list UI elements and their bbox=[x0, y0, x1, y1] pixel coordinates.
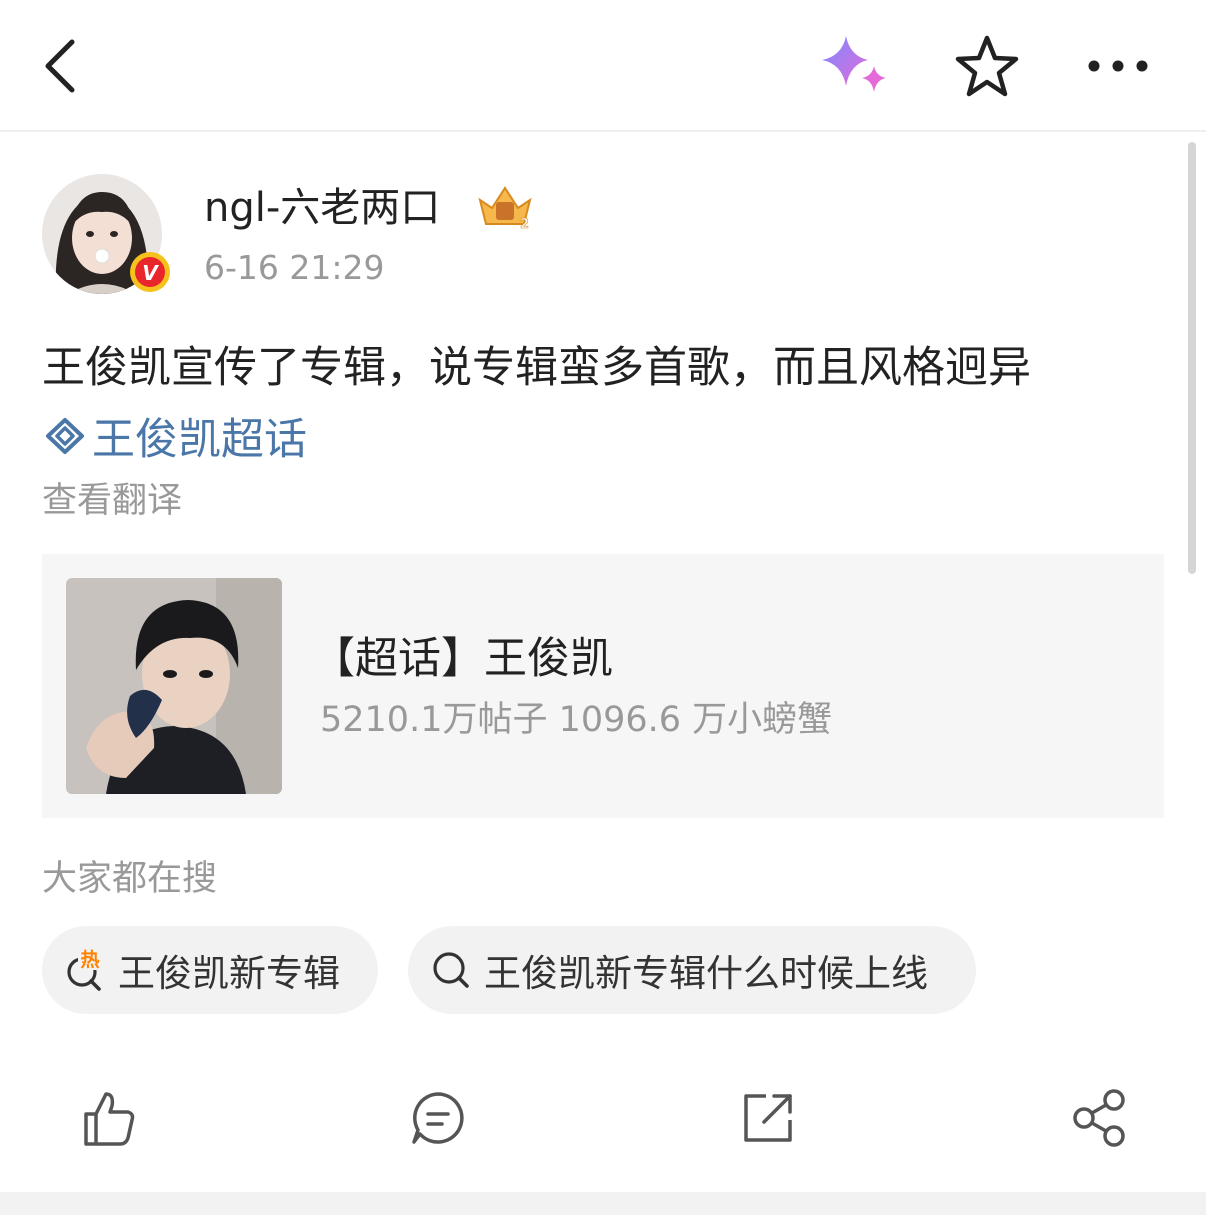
like-button[interactable] bbox=[78, 1086, 142, 1150]
top-navigation-bar bbox=[0, 0, 1206, 132]
share-button[interactable] bbox=[1068, 1086, 1132, 1150]
star-outline-icon bbox=[955, 35, 1019, 97]
search-chip-label: 王俊凯新专辑什么时候上线 bbox=[484, 952, 928, 995]
trending-searches-label: 大家都在搜 bbox=[42, 859, 218, 899]
chevron-left-icon bbox=[45, 39, 75, 93]
topic-thumbnail bbox=[66, 578, 282, 794]
super-topic-link[interactable]: 王俊凯超话 bbox=[44, 404, 307, 468]
topic-card-title: 【超话】王俊凯 bbox=[312, 634, 613, 684]
topic-card-stats: 5210.1万帖子 1096.6 万小螃蟹 bbox=[320, 700, 833, 740]
author-name[interactable]: ngl-六老两口 bbox=[204, 180, 440, 236]
comment-button[interactable] bbox=[406, 1086, 470, 1150]
search-chip[interactable]: 王俊凯新专辑什么时候上线 bbox=[408, 926, 976, 1014]
super-topic-card[interactable]: 【超话】王俊凯 5210.1万帖子 1096.6 万小螃蟹 bbox=[42, 554, 1164, 818]
more-button[interactable] bbox=[1080, 40, 1156, 92]
comment-icon bbox=[412, 1092, 464, 1144]
like-icon bbox=[84, 1092, 135, 1146]
sparkle-icon bbox=[822, 36, 886, 92]
verified-badge-icon: V bbox=[128, 250, 172, 294]
back-button[interactable] bbox=[36, 34, 96, 98]
search-chip-label: 王俊凯新专辑 bbox=[118, 952, 340, 995]
crown-badge-icon[interactable]: 2 bbox=[474, 182, 536, 232]
bottom-divider bbox=[0, 1192, 1206, 1215]
favorite-button[interactable] bbox=[950, 30, 1024, 102]
share-icon bbox=[1073, 1089, 1125, 1147]
hot-search-icon: 热 bbox=[67, 946, 102, 991]
svg-text:2: 2 bbox=[520, 217, 529, 232]
post-text: 王俊凯宣传了专辑，说专辑蛮多首歌，而且风格迥异 bbox=[42, 343, 1031, 393]
translate-link[interactable]: 查看翻译 bbox=[42, 476, 182, 526]
diamond-icon bbox=[46, 418, 84, 454]
verified-mark: V bbox=[142, 261, 159, 285]
repost-button[interactable] bbox=[736, 1086, 800, 1150]
search-icon bbox=[433, 952, 469, 988]
post-timestamp: 6-16 21:29 bbox=[204, 248, 385, 287]
repost-icon bbox=[744, 1094, 792, 1142]
ai-assistant-button[interactable] bbox=[812, 30, 898, 102]
search-chip-hot[interactable]: 热 王俊凯新专辑 bbox=[42, 926, 378, 1014]
super-topic-link-label: 王俊凯超话 bbox=[92, 415, 307, 465]
more-horizontal-icon bbox=[1088, 60, 1148, 72]
scrollbar[interactable] bbox=[1188, 142, 1196, 574]
hot-mark: 热 bbox=[80, 948, 99, 971]
